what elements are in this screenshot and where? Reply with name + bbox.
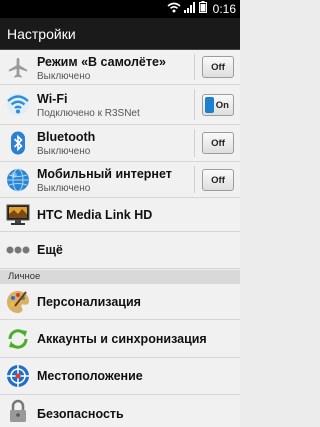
bluetooth-status: Выключено [37,146,91,157]
section-header-personal: Личное [0,270,240,284]
divider [194,54,195,80]
sync-icon [6,327,30,351]
bluetooth-title: Bluetooth [37,130,96,144]
wifi-status: Подключено к R3SNet [37,108,140,119]
airplane-mode-item[interactable]: Режим «В самолёте» Выключено Off [0,50,240,85]
location-icon [6,364,30,388]
wifi-icon [167,0,181,18]
mobile-internet-item[interactable]: Мобильный интернет Выключено Off [0,162,240,198]
divider [194,129,195,157]
palette-icon [6,290,30,314]
personalization-title: Персонализация [37,295,141,309]
page-title: Настройки [7,26,76,42]
location-title: Местоположение [37,369,143,383]
mobile-internet-status: Выключено [37,183,91,194]
accounts-sync-item[interactable]: Аккаунты и синхронизация [0,320,240,358]
accounts-sync-title: Аккаунты и синхронизация [37,332,207,346]
security-title: Безопасность [37,407,124,421]
wifi-title: Wi-Fi [37,92,68,106]
media-link-item[interactable]: HTC Media Link HD [0,198,240,232]
security-item[interactable]: Безопасность [0,395,240,427]
airplane-icon [6,56,30,80]
personalization-item[interactable]: Персонализация [0,284,240,320]
wifi-toggle[interactable]: On [202,94,234,116]
globe-icon [6,168,30,192]
more-item[interactable]: Ещё [0,232,240,269]
toggle-knob [205,97,214,113]
more-title: Ещё [37,243,63,257]
title-bar: Настройки [0,18,240,50]
section-label: Личное [8,271,41,282]
location-item[interactable]: Местоположение [0,358,240,395]
mobile-internet-toggle[interactable]: Off [202,169,234,191]
wifi-toggle-label: On [215,99,229,111]
divider [194,166,195,193]
signal-icon [183,0,196,18]
bluetooth-item[interactable]: Bluetooth Выключено Off [0,125,240,162]
tv-icon [6,203,30,227]
more-icon [6,238,30,262]
bluetooth-toggle[interactable]: Off [202,132,234,154]
airplane-mode-toggle[interactable]: Off [202,56,234,78]
lock-icon [6,399,30,423]
media-link-title: HTC Media Link HD [37,208,153,222]
status-bar: 0:16 [0,0,240,18]
divider [194,89,195,120]
mobile-internet-title: Мобильный интернет [37,167,172,181]
status-time: 0:16 [212,2,236,16]
wifi-item[interactable]: Wi-Fi Подключено к R3SNet On [0,85,240,125]
battery-icon [198,0,207,18]
wifi-icon [6,92,30,116]
bluetooth-icon [6,131,30,155]
airplane-mode-status: Выключено [37,71,91,82]
airplane-mode-title: Режим «В самолёте» [37,55,166,69]
